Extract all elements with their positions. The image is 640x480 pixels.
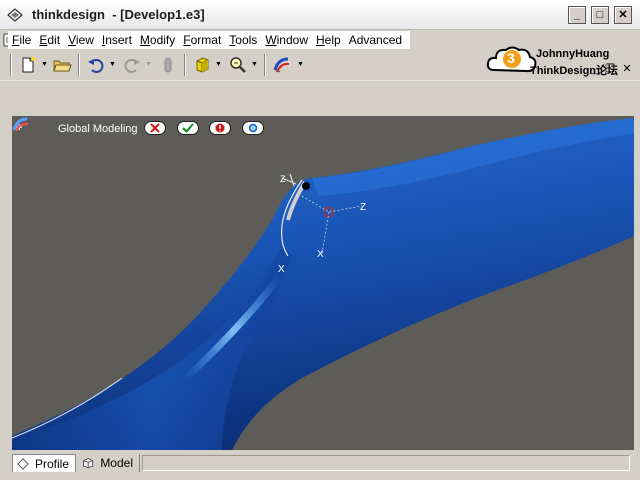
menu-advanced[interactable]: Advanced	[345, 33, 406, 47]
window-title: thinkdesign - [Develop1.e3]	[32, 7, 205, 22]
watermark-forum: ThinkDesign论坛	[530, 65, 619, 77]
marker-x-2: X	[317, 249, 324, 260]
toolbar-separator	[264, 54, 266, 76]
zoom-dropdown-arrow[interactable]: ▼	[251, 61, 258, 68]
command-name: Global Modeling	[58, 123, 138, 135]
preview-magnifier-icon	[248, 123, 258, 133]
toolbar-separator	[78, 54, 80, 76]
global-modeling-icon[interactable]	[272, 55, 292, 75]
profile-diamond-icon	[17, 457, 29, 470]
model-viewport[interactable]: Z X X Z + Global Modeling	[12, 116, 634, 450]
erase-icon	[164, 57, 172, 73]
menu-format[interactable]: Format	[179, 33, 225, 47]
tab-profile-label: Profile	[34, 456, 69, 471]
toolbar-grip[interactable]	[10, 54, 12, 76]
toolbar-separator	[184, 54, 186, 76]
tab-profile[interactable]: Profile	[12, 454, 76, 472]
tab-strip-empty	[142, 455, 630, 471]
menu-file[interactable]: File	[8, 33, 35, 47]
menu-window[interactable]: Window	[261, 33, 312, 47]
warning-button[interactable]	[209, 121, 231, 135]
menu-edit[interactable]: Edit	[35, 33, 64, 47]
marker-z-1: Z	[280, 174, 286, 184]
solid-dropdown-arrow[interactable]: ▼	[215, 61, 222, 68]
warning-exclaim-icon	[215, 123, 225, 133]
model-cube-icon	[83, 457, 94, 469]
cancel-icon	[150, 123, 160, 133]
marker-z-2: Z	[360, 202, 366, 213]
close-button[interactable]: ✕	[614, 6, 632, 24]
control-point-dot[interactable]	[302, 182, 310, 190]
badge-number: 3	[507, 50, 515, 66]
workspace-tabs: Profile Model	[12, 452, 634, 474]
open-folder-icon[interactable]	[52, 55, 72, 75]
menu-strip: File Edit View Insert Modify Format Tools Windo…	[8, 31, 411, 49]
global-modeling-icon	[12, 117, 29, 132]
title-bar: thinkdesign - [Develop1.e3] _ □ ✕	[0, 0, 640, 30]
model-surface-render: Z X X Z	[12, 118, 634, 450]
main-toolbar: ▼ ▼ ▼ ▼ ▼ ▼	[4, 52, 424, 78]
menu-insert[interactable]: Insert	[98, 33, 136, 47]
preview-button[interactable]	[242, 121, 264, 135]
menu-help[interactable]: Help	[312, 33, 345, 47]
global-modeling-dropdown-arrow[interactable]: ▼	[297, 61, 304, 68]
tab-model-label: Model	[100, 456, 133, 470]
confirm-button[interactable]	[177, 121, 199, 135]
forum-watermark: 3 JohnnyHuang ThinkDesign论坛	[486, 44, 636, 78]
minimize-button[interactable]: _	[568, 6, 586, 24]
menu-tools[interactable]: Tools	[225, 33, 261, 47]
menu-view[interactable]: View	[64, 33, 98, 47]
app-icon	[7, 8, 23, 22]
tab-model[interactable]: Model	[78, 454, 140, 472]
redo-icon	[124, 59, 140, 73]
undo-dropdown-arrow[interactable]: ▼	[109, 61, 116, 68]
undo-icon[interactable]	[86, 55, 106, 75]
confirm-check-icon	[182, 123, 194, 133]
global-modeling-toolbar: + Global Modeling	[12, 116, 312, 142]
new-document-icon[interactable]	[18, 55, 38, 75]
zoom-magnifier-icon[interactable]	[228, 55, 248, 75]
new-dropdown-arrow[interactable]: ▼	[41, 61, 48, 68]
solid-cube-icon[interactable]	[192, 55, 212, 75]
workspace-frame	[0, 80, 640, 117]
menu-modify[interactable]: Modify	[136, 33, 179, 47]
tube-surface[interactable]	[12, 118, 634, 450]
cancel-button[interactable]	[144, 121, 166, 135]
watermark-author: JohnnyHuang	[536, 48, 610, 60]
maximize-button[interactable]: □	[591, 6, 609, 24]
redo-dropdown-arrow: ▼	[145, 61, 152, 68]
marker-x-1: X	[278, 264, 285, 275]
